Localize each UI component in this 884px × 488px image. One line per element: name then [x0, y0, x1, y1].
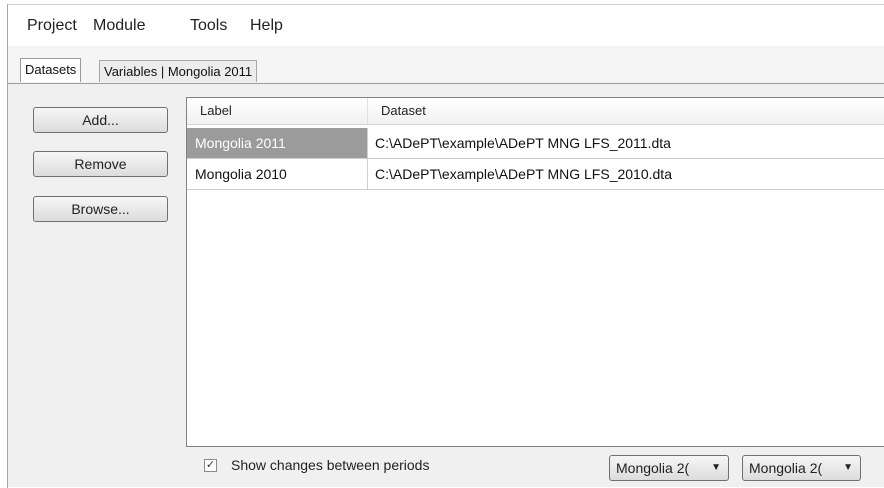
row-dataset-path: C:\ADePT\example\ADePT MNG LFS_2011.dta	[375, 135, 671, 151]
table-row[interactable]: Mongolia 2010 C:\ADePT\example\ADePT MNG…	[187, 159, 884, 190]
column-header-label[interactable]: Label	[187, 98, 368, 124]
add-button[interactable]: Add...	[33, 107, 168, 133]
menu-bar: Project Module Tools Help	[8, 5, 884, 46]
remove-button[interactable]: Remove	[33, 151, 168, 177]
tab-datasets[interactable]: Datasets	[20, 58, 82, 82]
table-header: Label Dataset	[187, 98, 884, 125]
column-header-dataset[interactable]: Dataset	[368, 98, 884, 124]
show-changes-checkbox[interactable]: ✓	[204, 459, 217, 472]
period-to-value: Mongolia 2(	[749, 460, 823, 476]
row-label: Mongolia 2011	[187, 128, 368, 158]
period-from-select[interactable]: Mongolia 2( ▼	[609, 455, 729, 481]
period-from-value: Mongolia 2(	[616, 460, 690, 476]
menu-project[interactable]: Project	[27, 17, 77, 35]
triangle-down-icon: ▼	[843, 462, 853, 473]
triangle-down-icon: ▼	[711, 462, 721, 473]
show-changes-label: Show changes between periods	[231, 457, 430, 473]
menu-module[interactable]: Module	[93, 17, 145, 35]
datasets-table[interactable]: Label Dataset Mongolia 2011 C:\ADePT\exa…	[186, 97, 884, 447]
browse-button[interactable]: Browse...	[33, 196, 168, 222]
row-label: Mongolia 2010	[187, 159, 368, 189]
menu-help[interactable]: Help	[250, 17, 283, 35]
table-row[interactable]: Mongolia 2011 C:\ADePT\example\ADePT MNG…	[187, 128, 884, 159]
row-dataset-path: C:\ADePT\example\ADePT MNG LFS_2010.dta	[375, 166, 672, 182]
period-to-select[interactable]: Mongolia 2( ▼	[742, 455, 861, 481]
menu-tools[interactable]: Tools	[190, 17, 227, 35]
check-icon: ✓	[205, 459, 216, 471]
tab-variables[interactable]: Variables | Mongolia 2011	[99, 60, 258, 82]
tab-strip: Datasets Variables | Mongolia 2011	[8, 46, 884, 84]
